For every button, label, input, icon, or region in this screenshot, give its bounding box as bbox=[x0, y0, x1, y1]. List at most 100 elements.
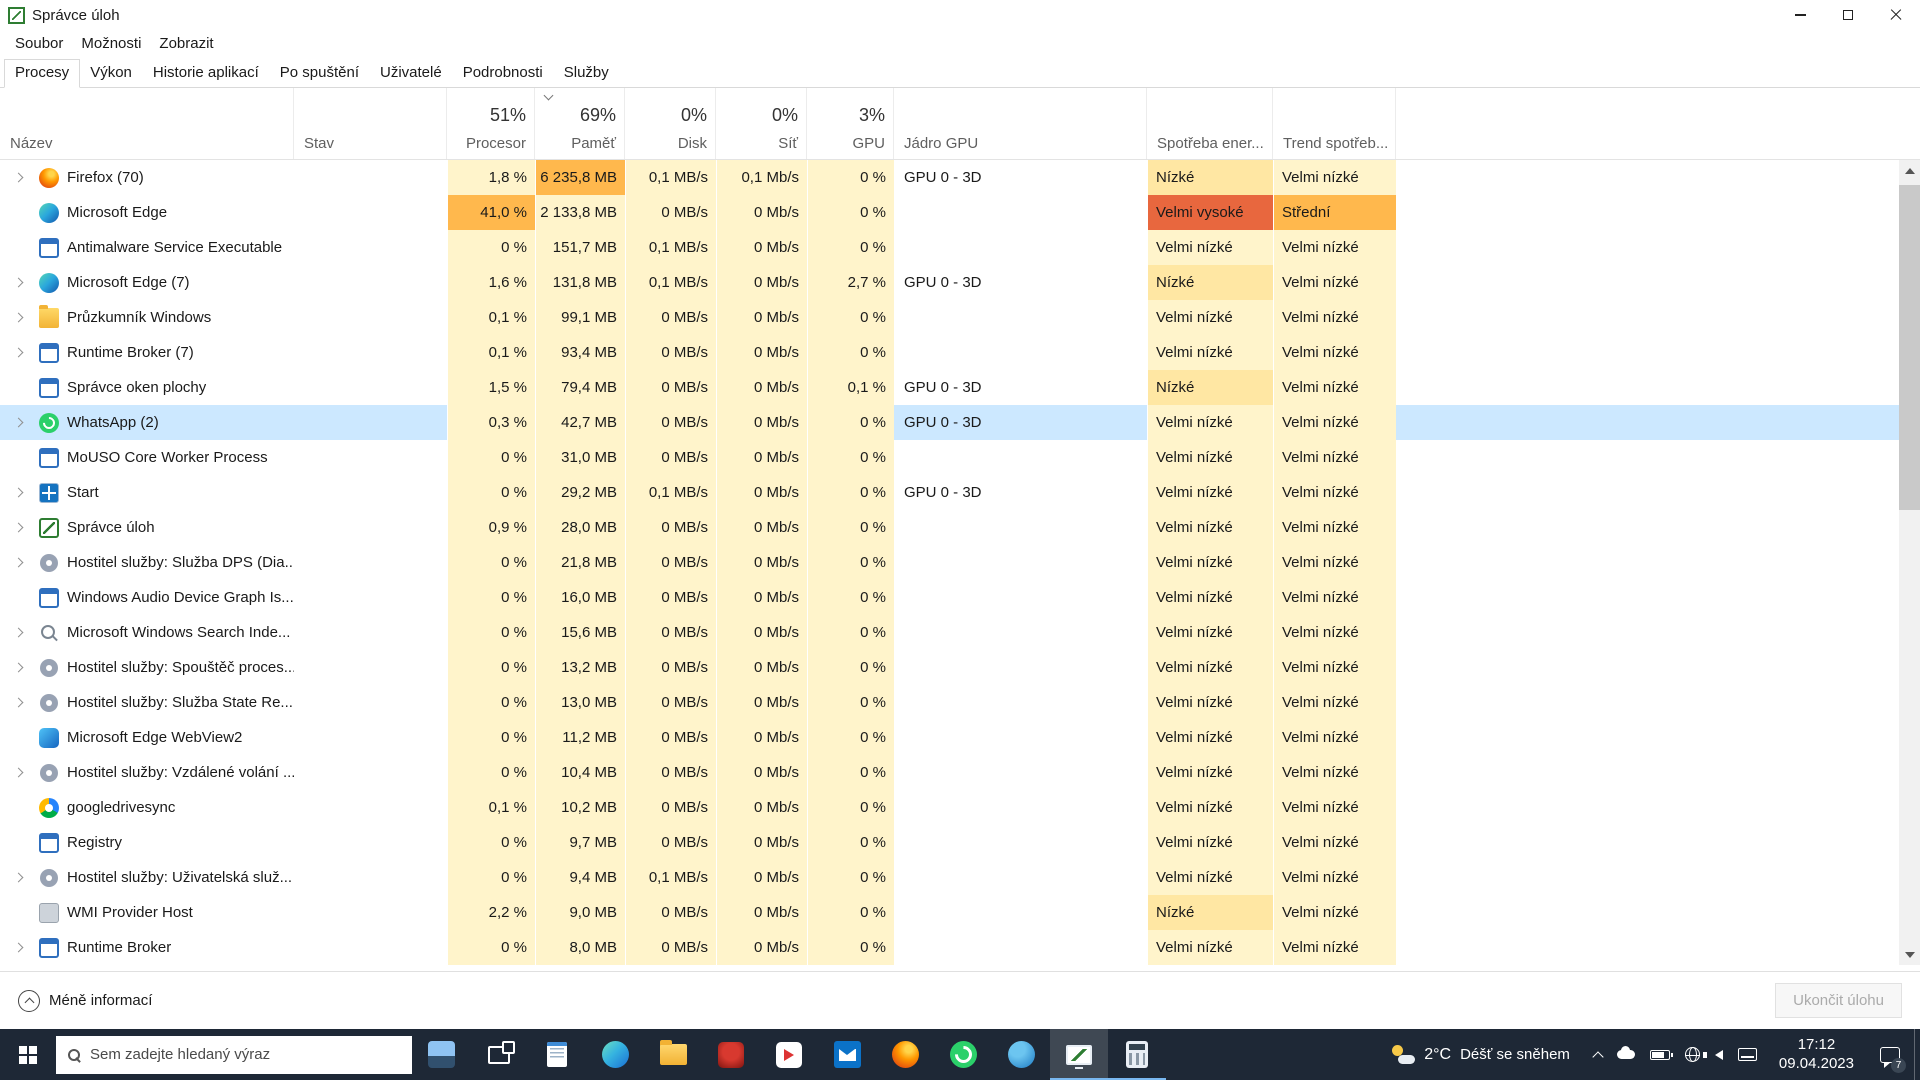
taskbar-app-skype[interactable] bbox=[992, 1029, 1050, 1080]
scroll-up-button[interactable] bbox=[1899, 160, 1920, 181]
table-row[interactable]: Hostitel služby: Vzdálené volání ... 0 %… bbox=[0, 755, 1920, 790]
expand-cell[interactable] bbox=[0, 685, 37, 720]
table-row[interactable]: MoUSO Core Worker Process 0 % 31,0 MB 0 … bbox=[0, 440, 1920, 475]
table-row[interactable]: Průzkumník Windows 0,1 % 99,1 MB 0 MB/s … bbox=[0, 300, 1920, 335]
taskbar-app-red[interactable] bbox=[702, 1029, 760, 1080]
expand-cell[interactable] bbox=[0, 580, 37, 615]
tab-processes[interactable]: Procesy bbox=[4, 59, 80, 88]
menu-file[interactable]: Soubor bbox=[6, 33, 72, 54]
touch-keyboard-icon[interactable] bbox=[1738, 1048, 1757, 1061]
table-row[interactable]: Microsoft Windows Search Inde... 0 % 15,… bbox=[0, 615, 1920, 650]
start-button[interactable] bbox=[0, 1029, 56, 1080]
vertical-scrollbar[interactable] bbox=[1899, 160, 1920, 965]
taskbar-app-explorer[interactable] bbox=[644, 1029, 702, 1080]
column-header-disk[interactable]: 0% Disk bbox=[625, 88, 716, 159]
expand-cell[interactable] bbox=[0, 895, 37, 930]
show-desktop-button[interactable] bbox=[1914, 1029, 1920, 1080]
table-row[interactable]: Registry 0 % 9,7 MB 0 MB/s 0 Mb/s 0 % Ve… bbox=[0, 825, 1920, 860]
expand-cell[interactable] bbox=[0, 860, 37, 895]
column-header-gpu-engine[interactable]: Jádro GPU bbox=[894, 88, 1147, 159]
taskbar-app-whatsapp[interactable] bbox=[934, 1029, 992, 1080]
table-row[interactable]: Firefox (70) 1,8 % 6 235,8 MB 0,1 MB/s 0… bbox=[0, 160, 1920, 195]
taskbar-app-calculator[interactable] bbox=[1108, 1029, 1166, 1080]
expand-cell[interactable] bbox=[0, 335, 37, 370]
table-row[interactable]: Hostitel služby: Uživatelská služ... 0 %… bbox=[0, 860, 1920, 895]
taskbar-app-firefox[interactable] bbox=[876, 1029, 934, 1080]
expand-cell[interactable] bbox=[0, 755, 37, 790]
expand-cell[interactable] bbox=[0, 790, 37, 825]
table-row[interactable]: Microsoft Edge (7) 1,6 % 131,8 MB 0,1 MB… bbox=[0, 265, 1920, 300]
column-header-cpu[interactable]: 51% Procesor bbox=[447, 88, 535, 159]
tab-app-history[interactable]: Historie aplikací bbox=[142, 59, 270, 88]
taskbar-app-notepad[interactable] bbox=[528, 1029, 586, 1080]
column-header-power-trend[interactable]: Trend spotřeb... bbox=[1273, 88, 1396, 159]
table-row[interactable]: Runtime Broker (7) 0,1 % 93,4 MB 0 MB/s … bbox=[0, 335, 1920, 370]
end-task-button[interactable]: Ukončit úlohu bbox=[1775, 983, 1902, 1018]
expand-cell[interactable] bbox=[0, 440, 37, 475]
table-row[interactable]: Hostitel služby: Služba DPS (Dia... 0 % … bbox=[0, 545, 1920, 580]
expand-cell[interactable] bbox=[0, 370, 37, 405]
column-header-network[interactable]: 0% Síť bbox=[716, 88, 807, 159]
expand-cell[interactable] bbox=[0, 930, 37, 965]
table-row[interactable]: Start 0 % 29,2 MB 0,1 MB/s 0 Mb/s 0 % GP… bbox=[0, 475, 1920, 510]
expand-cell[interactable] bbox=[0, 300, 37, 335]
onedrive-cloud-icon[interactable] bbox=[1617, 1050, 1635, 1059]
battery-icon[interactable] bbox=[1650, 1050, 1670, 1060]
table-row[interactable]: Microsoft Edge WebView2 0 % 11,2 MB 0 MB… bbox=[0, 720, 1920, 755]
expand-cell[interactable] bbox=[0, 650, 37, 685]
close-button[interactable] bbox=[1872, 0, 1920, 30]
expand-cell[interactable] bbox=[0, 615, 37, 650]
network-icon[interactable] bbox=[1685, 1047, 1700, 1062]
column-header-status[interactable]: Stav bbox=[294, 88, 447, 159]
expand-cell[interactable] bbox=[0, 475, 37, 510]
taskbar-app-photo[interactable] bbox=[412, 1029, 470, 1080]
table-row[interactable]: Microsoft Edge 41,0 % 2 133,8 MB 0 MB/s … bbox=[0, 195, 1920, 230]
expand-cell[interactable] bbox=[0, 720, 37, 755]
expand-cell[interactable] bbox=[0, 405, 37, 440]
taskbar-app-edge[interactable] bbox=[586, 1029, 644, 1080]
scroll-down-button[interactable] bbox=[1899, 944, 1920, 965]
menu-view[interactable]: Zobrazit bbox=[150, 33, 222, 54]
tab-details[interactable]: Podrobnosti bbox=[452, 59, 554, 88]
tab-startup[interactable]: Po spuštění bbox=[269, 59, 370, 88]
taskbar-app-task-manager[interactable] bbox=[1050, 1029, 1108, 1080]
volume-icon[interactable] bbox=[1715, 1050, 1723, 1060]
expand-cell[interactable] bbox=[0, 195, 37, 230]
table-row[interactable]: Hostitel služby: Spouštěč proces... 0 % … bbox=[0, 650, 1920, 685]
tab-services[interactable]: Služby bbox=[553, 59, 620, 88]
table-row[interactable]: Hostitel služby: Služba State Re... 0 % … bbox=[0, 685, 1920, 720]
expand-cell[interactable] bbox=[0, 510, 37, 545]
task-view-button[interactable] bbox=[470, 1029, 528, 1080]
table-row[interactable]: Antimalware Service Executable 0 % 151,7… bbox=[0, 230, 1920, 265]
column-header-gpu[interactable]: 3% GPU bbox=[807, 88, 894, 159]
table-row[interactable]: googledrivesync 0,1 % 10,2 MB 0 MB/s 0 M… bbox=[0, 790, 1920, 825]
table-row[interactable]: Správce oken plochy 1,5 % 79,4 MB 0 MB/s… bbox=[0, 370, 1920, 405]
table-row[interactable]: Runtime Broker 0 % 8,0 MB 0 MB/s 0 Mb/s … bbox=[0, 930, 1920, 965]
weather-widget[interactable]: 2°C Déšť se sněhem bbox=[1377, 1029, 1584, 1080]
hidden-icons-chevron[interactable] bbox=[1592, 1051, 1603, 1062]
restore-button[interactable] bbox=[1824, 0, 1872, 30]
table-row[interactable]: Windows Audio Device Graph Is... 0 % 16,… bbox=[0, 580, 1920, 615]
expand-cell[interactable] bbox=[0, 230, 37, 265]
expand-cell[interactable] bbox=[0, 825, 37, 860]
column-header-name[interactable]: Název bbox=[0, 88, 294, 159]
tab-users[interactable]: Uživatelé bbox=[369, 59, 453, 88]
tab-performance[interactable]: Výkon bbox=[79, 59, 143, 88]
taskbar-app-media[interactable] bbox=[760, 1029, 818, 1080]
taskbar-app-mail[interactable] bbox=[818, 1029, 876, 1080]
taskbar-clock[interactable]: 17:12 09.04.2023 bbox=[1767, 1036, 1866, 1074]
column-header-memory[interactable]: 69% Paměť bbox=[535, 88, 625, 159]
action-center-button[interactable]: 7 bbox=[1866, 1029, 1914, 1080]
fewer-details-toggle[interactable]: Méně informací bbox=[18, 990, 152, 1012]
table-row[interactable]: WhatsApp (2) 0,3 % 42,7 MB 0 MB/s 0 Mb/s… bbox=[0, 405, 1920, 440]
scrollbar-thumb[interactable] bbox=[1899, 185, 1920, 510]
search-input[interactable]: Sem zadejte hledaný výraz bbox=[56, 1036, 412, 1074]
expand-cell[interactable] bbox=[0, 545, 37, 580]
expand-cell[interactable] bbox=[0, 265, 37, 300]
column-header-power-usage[interactable]: Spotřeba ener... bbox=[1147, 88, 1273, 159]
expand-cell[interactable] bbox=[0, 160, 37, 195]
table-row[interactable]: WMI Provider Host 2,2 % 9,0 MB 0 MB/s 0 … bbox=[0, 895, 1920, 930]
table-row[interactable]: Správce úloh 0,9 % 28,0 MB 0 MB/s 0 Mb/s… bbox=[0, 510, 1920, 545]
minimize-button[interactable] bbox=[1776, 0, 1824, 30]
menu-options[interactable]: Možnosti bbox=[72, 33, 150, 54]
